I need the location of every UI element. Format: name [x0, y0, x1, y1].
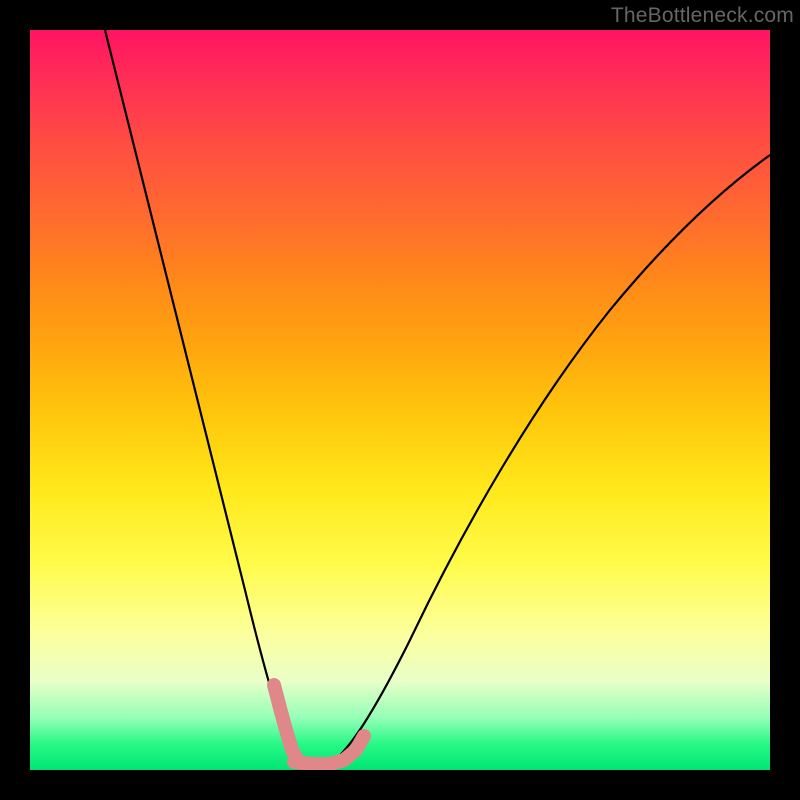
chart-frame: TheBottleneck.com	[0, 0, 800, 800]
curve-layer	[30, 30, 770, 770]
bottleneck-curve-left	[105, 30, 300, 761]
bottleneck-curve-right	[330, 155, 770, 764]
marker-band-left	[274, 685, 298, 761]
plot-area	[30, 30, 770, 770]
watermark-text: TheBottleneck.com	[611, 4, 794, 28]
